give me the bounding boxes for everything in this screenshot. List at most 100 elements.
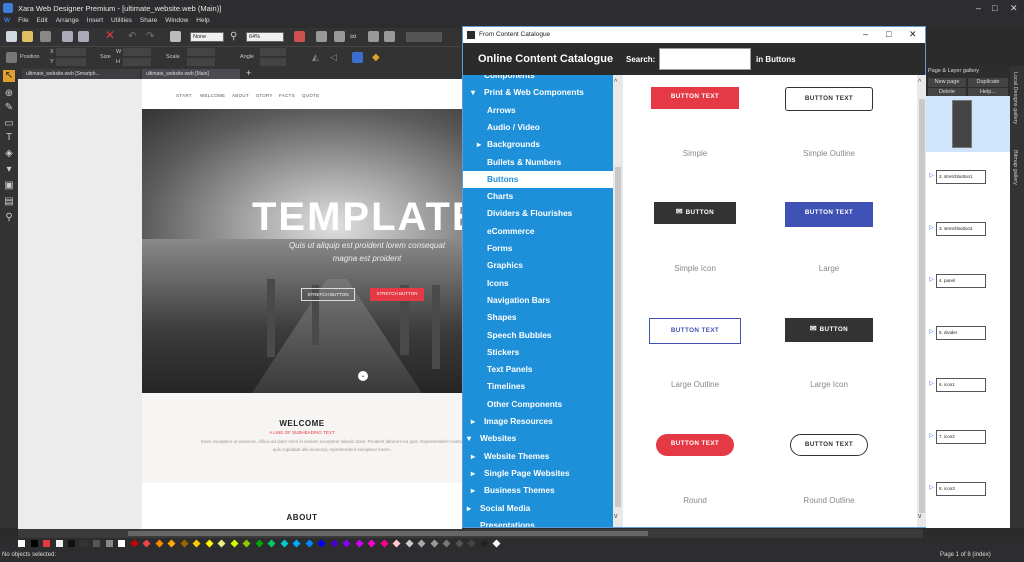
color-swatch[interactable] [192, 539, 201, 548]
gallery-page-item[interactable]: 7. icon2 [936, 430, 986, 444]
site-nav-item[interactable]: START [176, 93, 192, 98]
chain-icon[interactable]: ∞ [350, 31, 361, 42]
tree-item[interactable]: ▸ Single Page Websites [463, 465, 613, 482]
close-button[interactable]: ✕ [1010, 3, 1018, 14]
tree-item[interactable]: Speech Bubbles [463, 327, 613, 344]
grid-scroll-down-icon[interactable]: v [918, 513, 922, 520]
preview-icon[interactable] [384, 31, 395, 42]
page-icon[interactable] [334, 31, 345, 42]
dialog-maximize-button[interactable]: □ [886, 29, 891, 39]
tree-item[interactable]: Shapes [463, 309, 613, 326]
page-expand-icon[interactable]: ▷ [929, 276, 934, 283]
color-swatch[interactable] [342, 539, 351, 548]
flip-vertical-icon[interactable]: ◁ [330, 52, 341, 63]
x-field[interactable] [56, 48, 86, 56]
paste-icon[interactable] [78, 31, 89, 42]
tree-item[interactable]: Buttons [463, 170, 613, 188]
color-swatch[interactable] [305, 539, 313, 548]
catalogue-button-outline-pill[interactable]: BUTTON TEXT [790, 434, 868, 456]
site-nav-item[interactable]: FACTS [279, 93, 295, 98]
angle-field[interactable] [260, 48, 286, 56]
collapse-arrow-icon[interactable]: ▸ [471, 413, 475, 430]
sync-icon[interactable] [368, 31, 379, 42]
y-field[interactable] [56, 58, 86, 66]
tab-main[interactable]: ultimate_website.web [Main] [142, 69, 240, 79]
undo-icon[interactable]: ↶ [128, 31, 139, 42]
live-icon[interactable] [294, 31, 305, 42]
color-swatch[interactable] [442, 539, 451, 548]
tree-item[interactable]: Icons [463, 275, 613, 292]
color-swatch[interactable] [242, 539, 251, 548]
dialog-minimize-button[interactable]: – [863, 29, 868, 39]
gallery-page-item[interactable]: 5. divider [936, 326, 986, 340]
color-swatch[interactable] [130, 539, 138, 548]
fill-icon[interactable] [170, 31, 181, 42]
page-expand-icon[interactable]: ▷ [929, 172, 934, 179]
collapse-arrow-icon[interactable]: ▸ [471, 448, 475, 465]
h-field[interactable] [123, 58, 151, 66]
local-designs-tab[interactable]: Local Designs gallery [1012, 72, 1018, 124]
new-tab-icon[interactable]: + [246, 68, 251, 78]
selector-tool-icon[interactable]: ↖ [3, 70, 15, 82]
minimize-button[interactable]: – [976, 3, 981, 13]
tree-item[interactable]: Forms [463, 240, 613, 257]
tree-item[interactable]: Audio / Video [463, 119, 613, 136]
tree-item[interactable]: Stickers [463, 344, 613, 361]
color-swatch[interactable] [142, 539, 151, 548]
color-swatch[interactable] [330, 539, 338, 548]
rectangle-tool-icon[interactable]: ▭ [3, 118, 15, 130]
tree-item[interactable]: ▸ Website Themes [463, 448, 613, 465]
collapse-arrow-icon[interactable]: ▸ [467, 500, 471, 517]
tree-item[interactable]: ▸ Social Media [463, 500, 613, 517]
catalogue-button-dark-icon-large[interactable]: ✉ BUTTON [785, 318, 873, 342]
tree-item[interactable]: Text Panels [463, 361, 613, 378]
link-icon[interactable] [316, 31, 327, 42]
color-swatch[interactable] [205, 539, 213, 548]
gallery-page-item[interactable]: 6. icon1 [936, 378, 986, 392]
color-swatch[interactable] [230, 539, 238, 548]
grid-scroll-thumb[interactable] [919, 99, 925, 513]
tree-item[interactable]: Presentations [463, 517, 613, 527]
color-swatch[interactable] [430, 539, 438, 548]
gallery-page-item[interactable]: 2. stretchbutton1 [936, 170, 986, 184]
color-swatch[interactable] [68, 540, 75, 547]
tree-item[interactable]: Other Components [463, 396, 613, 413]
color-swatch[interactable] [455, 539, 463, 548]
tree-item[interactable]: Arrows [463, 102, 613, 119]
color-swatch[interactable] [18, 540, 25, 547]
gallery-page-item[interactable]: 8. icon3 [936, 482, 986, 496]
color-swatch[interactable] [55, 540, 63, 547]
new-icon[interactable] [6, 31, 17, 42]
color-swatch[interactable] [417, 539, 426, 548]
tree-item[interactable]: Graphics [463, 257, 613, 274]
catalogue-button-blue-rect[interactable]: BUTTON TEXT [785, 202, 873, 227]
grid-scroll-up-icon[interactable]: ^ [918, 79, 921, 86]
tree-scroll-thumb[interactable] [615, 167, 621, 507]
color-swatch[interactable] [167, 539, 176, 548]
tree-item[interactable]: ▾ Websites [463, 430, 613, 447]
bitmap-gallery-tab[interactable]: Bitmap gallery [1012, 150, 1018, 185]
text-tool-icon[interactable]: T [3, 132, 15, 144]
catalogue-button-red-pill[interactable]: BUTTON TEXT [656, 434, 734, 456]
w-field[interactable] [123, 48, 151, 56]
zoom-icon[interactable]: ⚲ [230, 31, 241, 42]
dialog-close-button[interactable]: ✕ [909, 29, 917, 40]
canvas-horizontal-scrollbar[interactable] [18, 529, 923, 538]
site-nav-item[interactable]: ABOUT [232, 93, 249, 98]
open-icon[interactable] [22, 31, 33, 42]
tree-item[interactable]: ▾ Print & Web Components [463, 84, 613, 101]
menu-window[interactable]: Window [165, 17, 188, 24]
menu-insert[interactable]: Insert [87, 17, 103, 24]
tree-item[interactable]: ▸ Business Themes [463, 482, 613, 499]
page-expand-icon[interactable]: ▷ [929, 432, 934, 439]
stretch-button-red[interactable]: STRETCH BUTTON [370, 288, 424, 301]
save-icon[interactable] [40, 31, 51, 42]
stretch-button-outline[interactable]: STRETCH BUTTON [301, 288, 355, 301]
origin-icon[interactable] [6, 52, 17, 63]
color-swatch[interactable] [118, 540, 125, 547]
font-select[interactable] [406, 32, 442, 42]
delete-icon[interactable]: ✕ [105, 29, 116, 41]
color-swatch[interactable] [317, 539, 326, 548]
search-input[interactable] [659, 48, 751, 70]
canvas[interactable]: START WELCOME ABOUT STORY FACTS QUOTE TE… [18, 79, 479, 529]
